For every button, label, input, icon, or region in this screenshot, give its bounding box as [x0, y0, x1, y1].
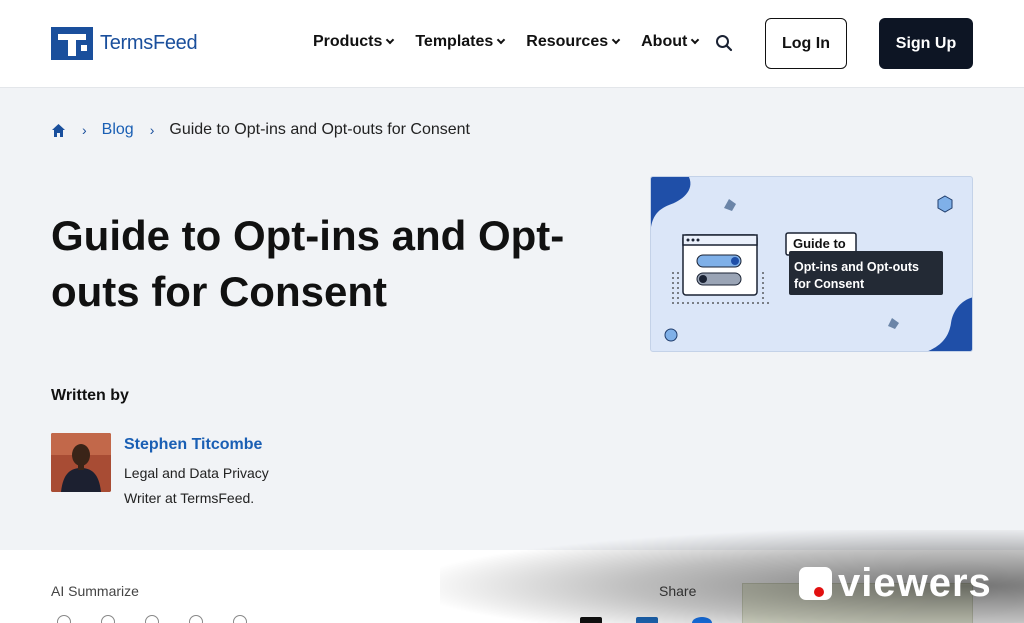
ai-summarize-label: AI Summarize	[51, 583, 139, 599]
nav-products[interactable]: Products	[313, 33, 395, 51]
breadcrumb: › Blog › Guide to Opt-ins and Opt-outs f…	[51, 121, 470, 139]
login-button[interactable]: Log In	[765, 18, 847, 69]
ai-assistant-icon[interactable]	[233, 615, 247, 623]
hero-caption-line2: for Consent	[794, 277, 865, 291]
share-label: Share	[659, 583, 697, 599]
nav-resources-label: Resources	[526, 33, 609, 50]
share-icons	[580, 617, 712, 623]
record-icon	[799, 566, 832, 600]
ai-summarize-icons	[57, 615, 247, 623]
x-share-icon[interactable]	[580, 617, 602, 623]
hero-caption-line1: Opt-ins and Opt-outs	[794, 260, 919, 274]
watermark-text: viewers	[838, 561, 992, 605]
nav-about[interactable]: About	[641, 33, 700, 51]
logo[interactable]: TermsFeed	[51, 27, 198, 60]
main-nav: Products Templates Resources About	[313, 33, 700, 51]
author-bio: Legal and Data Privacy Writer at TermsFe…	[124, 465, 269, 506]
logo-text: TermsFeed	[100, 32, 198, 54]
avatar[interactable]	[51, 433, 111, 492]
breadcrumb-separator-icon: ›	[82, 122, 87, 138]
ai-assistant-icon[interactable]	[145, 615, 159, 623]
nav-templates-label: Templates	[415, 33, 494, 50]
nav-about-label: About	[641, 33, 688, 50]
chevron-down-icon	[611, 35, 621, 45]
breadcrumb-current: Guide to Opt-ins and Opt-outs for Consen…	[169, 121, 470, 138]
author-name-link[interactable]: Stephen Titcombe	[124, 436, 262, 454]
written-by-label: Written by	[51, 387, 129, 404]
termsfeed-logo-icon	[51, 27, 93, 60]
breadcrumb-separator-icon: ›	[149, 122, 155, 138]
chevron-down-icon	[691, 35, 700, 45]
breadcrumb-blog-link[interactable]: Blog	[102, 121, 134, 139]
hero-illustration: Guide to Opt-ins and Opt-outs for Consen…	[651, 177, 972, 351]
nav-products-label: Products	[313, 33, 383, 50]
nav-templates[interactable]: Templates	[415, 33, 506, 51]
search-icon[interactable]	[715, 34, 733, 52]
author-photo	[51, 433, 111, 492]
viewers-watermark: viewers	[799, 563, 992, 603]
home-icon[interactable]	[51, 123, 66, 138]
chevron-down-icon	[386, 35, 395, 45]
ai-assistant-icon[interactable]	[189, 615, 203, 623]
ai-assistant-icon[interactable]	[101, 615, 115, 623]
page-title: Guide to Opt-ins and Opt-outs for Consen…	[51, 212, 565, 315]
chevron-down-icon	[497, 35, 506, 45]
facebook-share-icon[interactable]	[692, 617, 712, 623]
linkedin-share-icon[interactable]	[636, 617, 658, 623]
ai-assistant-icon[interactable]	[57, 615, 71, 623]
nav-resources[interactable]: Resources	[526, 33, 621, 51]
signup-button[interactable]: Sign Up	[879, 18, 973, 69]
site-header: TermsFeed Products Templates Resources A…	[0, 0, 1024, 88]
hero-badge-text: Guide to	[793, 236, 846, 251]
hero-image: Guide to Opt-ins and Opt-outs for Consen…	[650, 176, 973, 352]
